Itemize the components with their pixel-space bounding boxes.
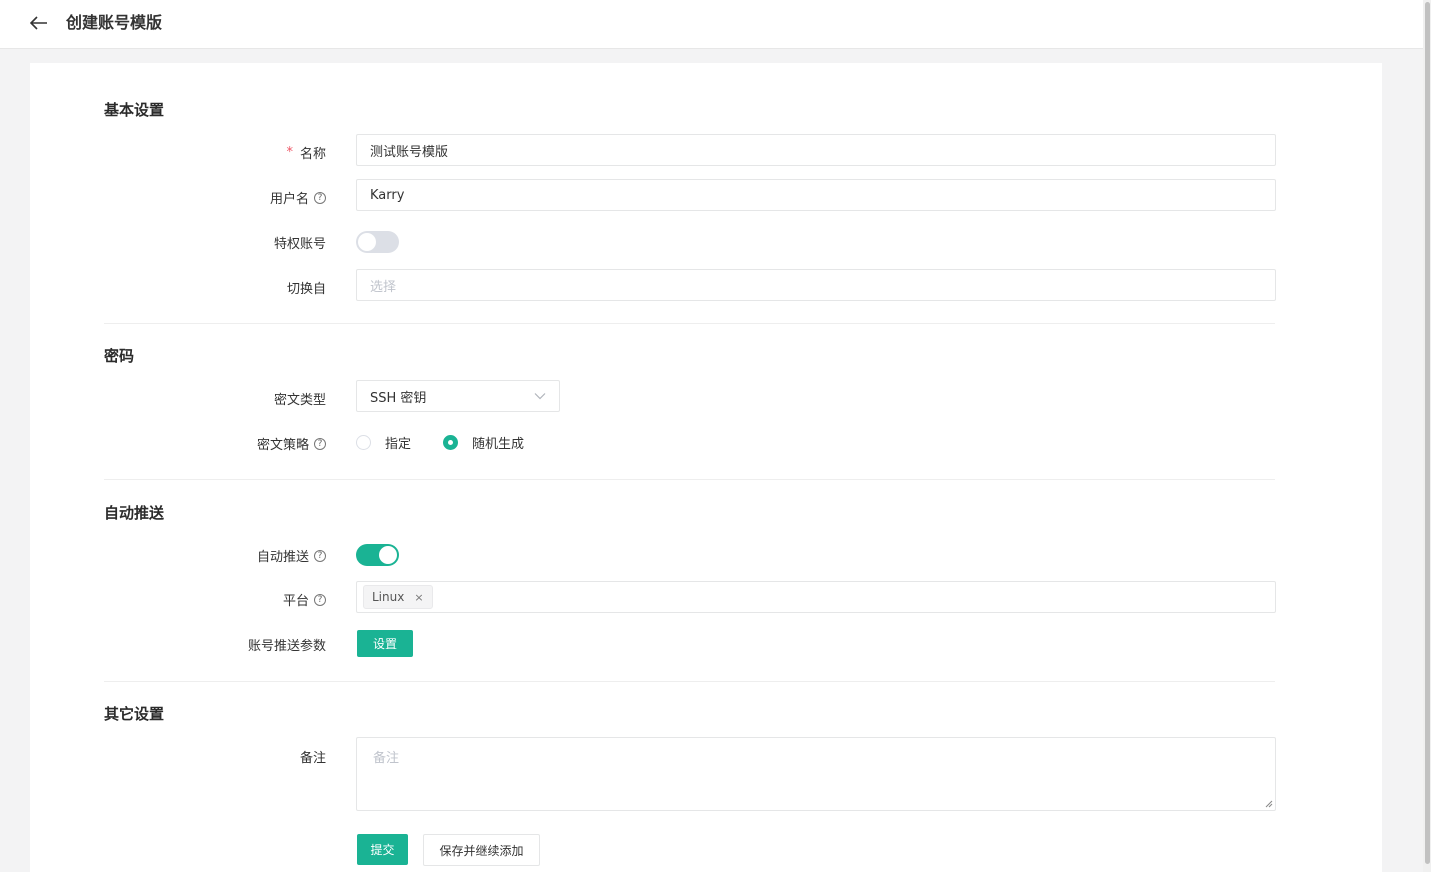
push-params-settings-button[interactable]: 设置 [357, 630, 413, 657]
privileged-switch[interactable] [356, 231, 399, 253]
radio-random[interactable]: 随机生成 [443, 433, 524, 452]
radio-circle [356, 435, 371, 450]
secret-type-select[interactable]: SSH 密钥 [356, 380, 560, 412]
scrollbar-thumb[interactable] [1425, 2, 1430, 864]
comment-textarea[interactable]: 备注 [356, 737, 1276, 811]
help-icon[interactable]: ? [314, 593, 326, 606]
page-scrollbar[interactable] [1423, 0, 1431, 872]
comment-label: 备注 [299, 751, 326, 766]
help-icon[interactable]: ? [314, 437, 326, 450]
name-label: * 名称 [286, 145, 326, 162]
divider [104, 323, 1275, 324]
section-title-password: 密码 [104, 347, 135, 365]
resize-handle-icon[interactable] [1265, 800, 1273, 808]
submit-button[interactable]: 提交 [357, 834, 408, 865]
page-title: 创建账号模版 [66, 13, 163, 32]
secret-strategy-radio-group: 指定 随机生成 [356, 433, 524, 452]
section-title-other: 其它设置 [104, 705, 165, 723]
chevron-down-icon [534, 393, 546, 400]
radio-circle-checked [443, 435, 459, 450]
name-input[interactable]: 测试账号模版 [356, 134, 1276, 166]
switch-knob [379, 546, 397, 564]
privileged-label: 特权账号 [273, 237, 326, 252]
platform-label: 平台 ? [283, 590, 326, 609]
page-header: 创建账号模版 [0, 0, 1423, 49]
back-arrow-icon[interactable] [28, 12, 50, 34]
form-card: 基本设置 * 名称 测试账号模版 用户名 ? Karry 特权账号 切换自 选择… [30, 63, 1382, 872]
su-from-select[interactable]: 选择 [356, 269, 1276, 301]
auto-push-label: 自动推送 ? [257, 546, 326, 565]
divider [104, 479, 1275, 480]
help-icon[interactable]: ? [314, 191, 326, 204]
push-params-label: 账号推送参数 [247, 639, 326, 654]
platform-tag: Linux × [363, 585, 433, 609]
close-icon[interactable]: × [414, 591, 423, 604]
secret-strategy-label: 密文策略 ? [257, 434, 326, 453]
save-and-continue-button[interactable]: 保存并继续添加 [423, 834, 540, 866]
section-title-auto-push: 自动推送 [104, 504, 165, 522]
auto-push-switch[interactable] [356, 544, 399, 566]
divider [104, 681, 1275, 682]
username-label: 用户名 ? [270, 188, 326, 207]
username-input[interactable]: Karry [356, 179, 1276, 211]
help-icon[interactable]: ? [314, 549, 326, 562]
su-from-label: 切换自 [286, 282, 326, 297]
secret-type-label: 密文类型 [273, 393, 326, 408]
platform-select[interactable]: Linux × [356, 581, 1276, 613]
radio-specify[interactable]: 指定 [356, 433, 411, 452]
section-title-basic: 基本设置 [104, 101, 165, 119]
switch-knob [358, 233, 376, 251]
required-mark: * [286, 145, 293, 160]
